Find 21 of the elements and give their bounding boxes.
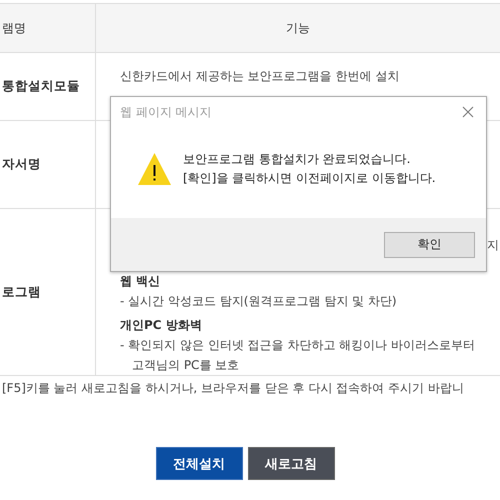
column-header: 램명 [0, 4, 95, 53]
program-name: 자서명 [0, 121, 95, 209]
feature-text: 지 [487, 237, 499, 254]
dialog-message: [확인]을 클릭하시면 이전페이지로 이동합니다. [183, 170, 436, 186]
feature-text: 고객님의 PC를 보호 [131, 357, 240, 374]
feature-text: - 실시간 악성코드 탐지(원격프로그램 탐지 및 차단) [120, 293, 398, 310]
dialog-title: 웹 페이지 메시지 [120, 104, 212, 120]
notice-text: [F5]키를 눌러 새로고침을 하시거나, 브라우저를 닫은 후 다시 접속하여 주시기 바랍니 [1, 380, 465, 397]
install-all-button[interactable]: 전체설치 [156, 447, 242, 480]
ok-button[interactable]: 확인 [384, 232, 475, 258]
feature-title: 개인PC 방화벽 [120, 317, 203, 334]
close-icon[interactable] [462, 106, 474, 118]
warning-icon [137, 152, 172, 186]
refresh-button[interactable]: 새로고침 [248, 447, 334, 480]
column-header: 기능 [95, 4, 500, 53]
dialog-message: 보안프로그램 통합설치가 완료되었습니다. [183, 150, 412, 168]
program-name: 로그램 [0, 209, 95, 376]
feature-title: 웹 백신 [120, 273, 162, 290]
feature-text: 신한카드에서 제공하는 보안프로그램을 한번에 설치 [120, 68, 400, 85]
program-name: 통합설치모듈 [0, 53, 95, 121]
feature-text: - 확인되지 않은 인터넷 접근을 차단하고 해킹이나 바이러스로부터 [120, 337, 476, 354]
